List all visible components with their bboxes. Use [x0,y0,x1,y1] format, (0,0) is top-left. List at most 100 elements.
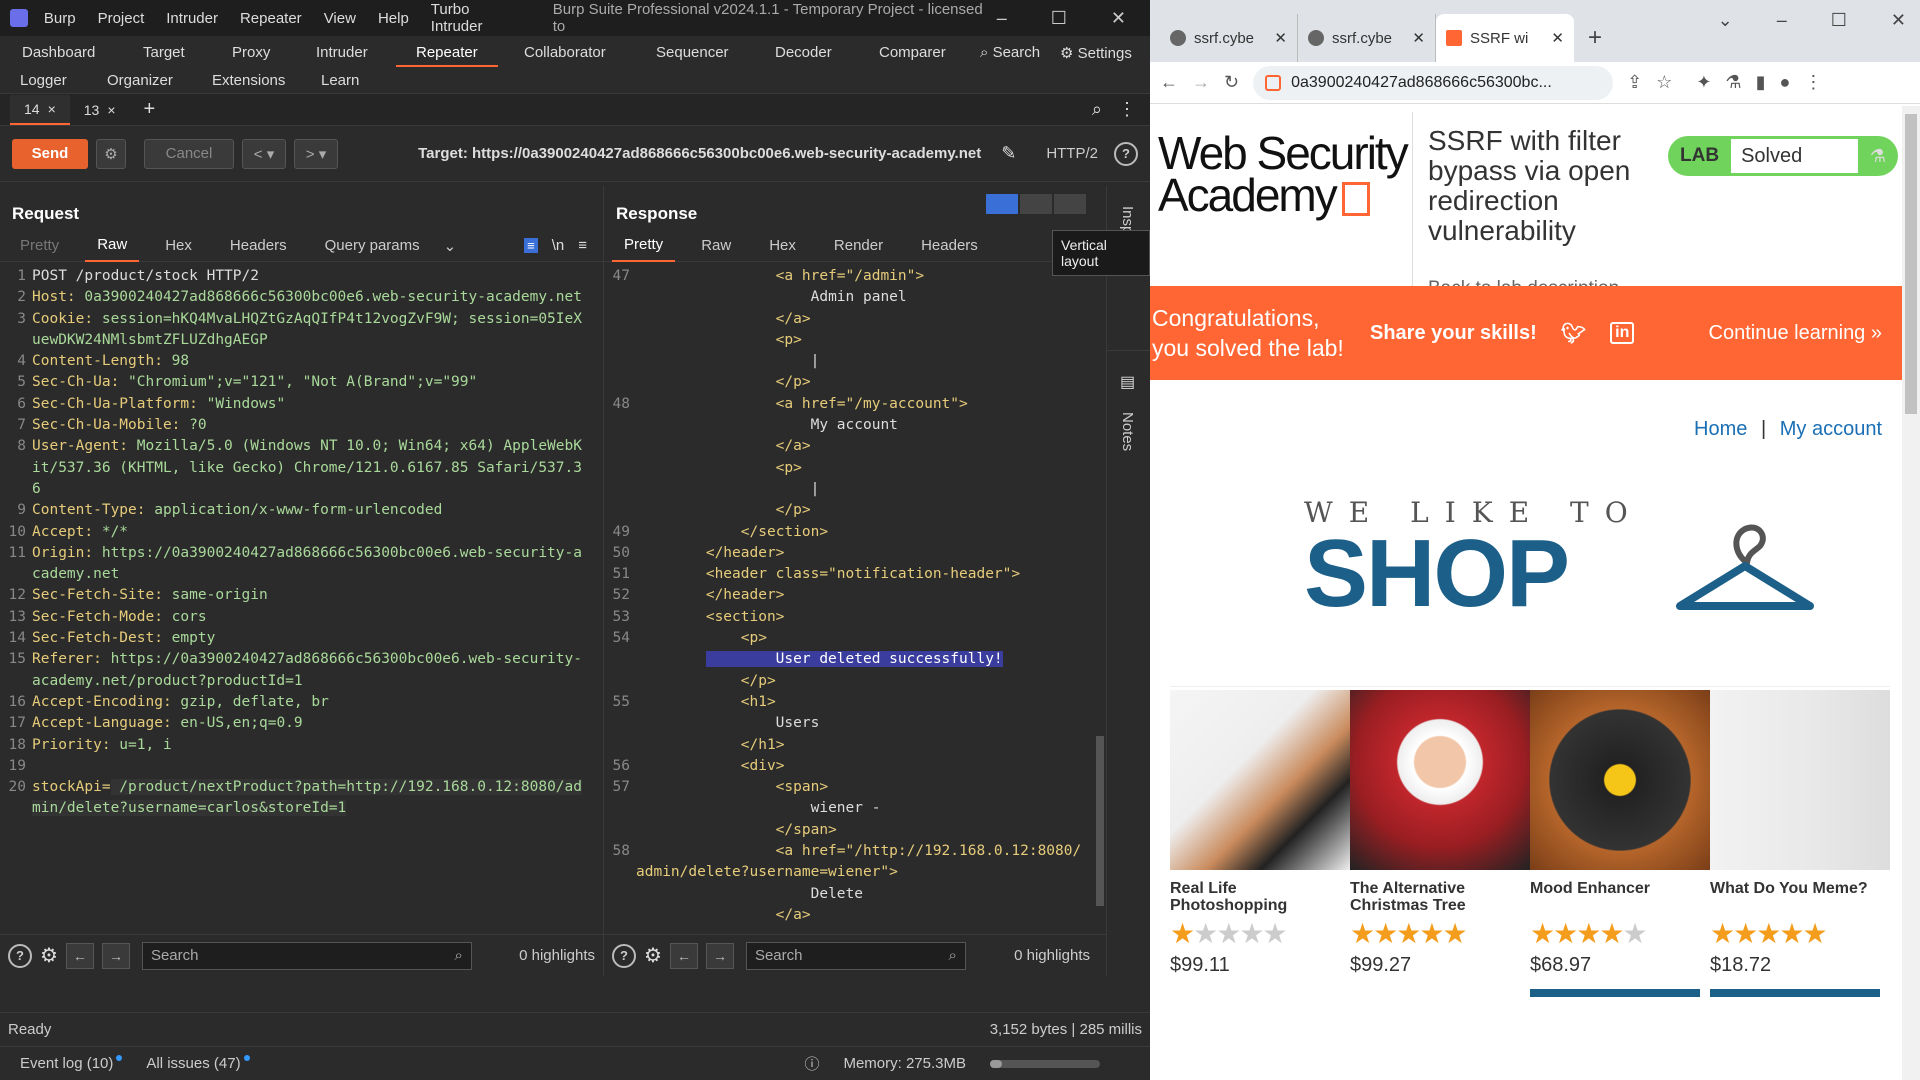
send-options-gear-icon[interactable]: ⚙ [96,138,126,169]
menu-turbo-intruder[interactable]: Turbo Intruder [431,1,525,35]
settings[interactable]: ⚙ Settings [1060,44,1132,62]
gear-icon[interactable]: ⚙ [40,943,58,968]
tab-search-icon[interactable]: ⌄ [1718,10,1733,31]
next-match-button[interactable]: → [705,942,734,969]
add-tab-button[interactable]: + [130,95,170,125]
forward-icon[interactable]: → [1192,72,1210,93]
request-search-input[interactable]: Search ⌕ [141,941,472,970]
request-editor[interactable]: 1 POST /product/stock HTTP/2 2 Host: 0a3900… [0,262,590,820]
response-line[interactable]: 52 </header> [608,585,1084,606]
close-tab-icon[interactable]: ✕ [1551,29,1564,47]
event-log-link[interactable]: Event log (10) [20,1055,123,1072]
request-line[interactable]: 15 Referer: https://0a3900240427ad868666c… [4,649,590,692]
product-image[interactable] [1170,690,1350,870]
maximize-icon[interactable]: ☐ [1051,8,1067,29]
minimize-icon[interactable]: – [1777,10,1787,31]
horizontal-layout-icon[interactable] [986,194,1018,214]
response-line[interactable]: </a> [608,309,1084,330]
response-tab-headers[interactable]: Headers [909,230,990,262]
all-issues-link[interactable]: All issues (47) [146,1055,250,1072]
request-tab-pretty[interactable]: Pretty [8,230,71,262]
response-line[interactable]: <p> [608,330,1084,351]
forward-button[interactable]: > ▾ [294,138,338,169]
response-line[interactable]: </a> [608,436,1084,457]
tab-collaborator[interactable]: Collaborator [524,44,606,61]
tab-intruder[interactable]: Intruder [316,44,368,61]
close-icon[interactable]: ✕ [1111,8,1126,29]
response-tab-pretty[interactable]: Pretty [612,230,676,262]
response-line[interactable]: <p> [608,458,1084,479]
menu-repeater[interactable]: Repeater [240,10,302,27]
browser-tab-active[interactable]: SSRF wi ✕ [1436,14,1574,62]
response-line[interactable]: | [608,479,1084,500]
continue-learning-link[interactable]: Continue learning » [1709,322,1882,345]
response-line[interactable]: </p> [608,671,1084,692]
request-line[interactable]: 3 Cookie: session=hKQ4MvaLHQZtGzAqQIfP4t1… [4,309,590,352]
menu-burp[interactable]: Burp [44,10,76,27]
edit-target-icon[interactable]: ✎ [1001,143,1016,164]
product-image[interactable] [1710,690,1890,870]
request-line[interactable]: 18 Priority: u=1, i [4,735,590,756]
response-line[interactable]: 56 <div> [608,756,1084,777]
response-line[interactable]: 51 <header class="notification-header"> [608,564,1084,585]
menu-project[interactable]: Project [98,10,145,27]
response-line[interactable]: 49 </section> [608,522,1084,543]
response-line[interactable]: Admin panel [608,287,1084,308]
minimize-icon[interactable]: – [997,8,1007,29]
browser-tab[interactable]: ssrf.cybe ✕ [1160,14,1298,62]
tab-logger[interactable]: Logger [20,72,67,89]
notes-tab[interactable]: Notes [1119,412,1136,451]
profile-icon[interactable]: ● [1779,72,1790,93]
lab-extension-icon[interactable]: ⚗ [1725,72,1741,93]
request-tab-hex[interactable]: Hex [153,230,204,262]
product-card[interactable]: Real Life Photoshopping ★★★★★ $99.11 [1170,690,1350,997]
request-line[interactable]: 13 Sec-Fetch-Mode: cors [4,607,590,628]
response-line[interactable]: Users [608,713,1084,734]
more-icon[interactable]: ⋮ [1804,72,1822,93]
view-details-button[interactable] [1530,989,1700,997]
request-line[interactable]: 12 Sec-Fetch-Site: same-origin [4,585,590,606]
request-tab-query-params[interactable]: Query params [313,230,432,262]
back-icon[interactable]: ← [1160,72,1178,93]
tabs-layout-icon[interactable] [1054,194,1086,214]
response-line[interactable]: </h1> [608,735,1084,756]
back-button[interactable]: < ▾ [242,138,286,169]
tab-decoder[interactable]: Decoder [775,44,832,61]
response-line[interactable]: User deleted successfully! [608,649,1084,670]
global-search[interactable]: ⌕ Search [980,44,1040,61]
prev-match-button[interactable]: ← [65,942,94,969]
view-details-button[interactable] [1710,989,1880,997]
product-image[interactable] [1350,690,1530,870]
tab-proxy[interactable]: Proxy [232,44,270,61]
request-line[interactable]: 5 Sec-Ch-Ua: "Chromium";v="121", "Not A(B… [4,372,590,393]
response-line[interactable]: 53 <section> [608,607,1084,628]
close-tab-icon[interactable]: × [107,102,115,118]
product-card[interactable]: Mood Enhancer ★★★★★ $68.97 [1530,690,1710,997]
chevron-down-icon[interactable]: ⌄ [432,230,469,262]
tab-target[interactable]: Target [143,44,185,61]
maximize-icon[interactable]: ☐ [1831,10,1847,31]
help-icon[interactable]: ? [1114,141,1138,166]
response-line[interactable]: My account [608,415,1084,436]
gear-icon[interactable]: ⚙ [644,943,662,968]
new-tab-button[interactable]: + [1574,14,1602,62]
response-line[interactable]: 48 <a href="/my-account"> [608,394,1084,415]
nav-my-account-link[interactable]: My account [1780,418,1882,440]
response-line[interactable]: </span> [608,820,1084,841]
linkedin-icon[interactable]: in [1610,322,1635,344]
request-line[interactable]: 6 Sec-Ch-Ua-Platform: "Windows" [4,394,590,415]
bookmark-star-icon[interactable]: ☆ [1656,72,1672,93]
address-bar[interactable]: 0a3900240427ad868666c56300bc... [1253,65,1614,100]
request-line[interactable]: 14 Sec-Fetch-Dest: empty [4,628,590,649]
reload-icon[interactable]: ↻ [1224,72,1239,93]
share-icon[interactable]: ⇪ [1627,72,1642,93]
response-line[interactable]: </p> [608,500,1084,521]
web-security-academy-logo[interactable]: Web Security Academy [1158,130,1409,218]
menu-intruder[interactable]: Intruder [166,10,218,27]
close-tab-icon[interactable]: × [48,101,56,117]
close-icon[interactable]: ✕ [1891,10,1906,31]
request-line[interactable]: 19 [4,756,590,777]
response-tab-raw[interactable]: Raw [689,230,743,262]
tab-repeater[interactable]: Repeater [396,44,498,67]
request-line[interactable]: 4 Content-Length: 98 [4,351,590,372]
